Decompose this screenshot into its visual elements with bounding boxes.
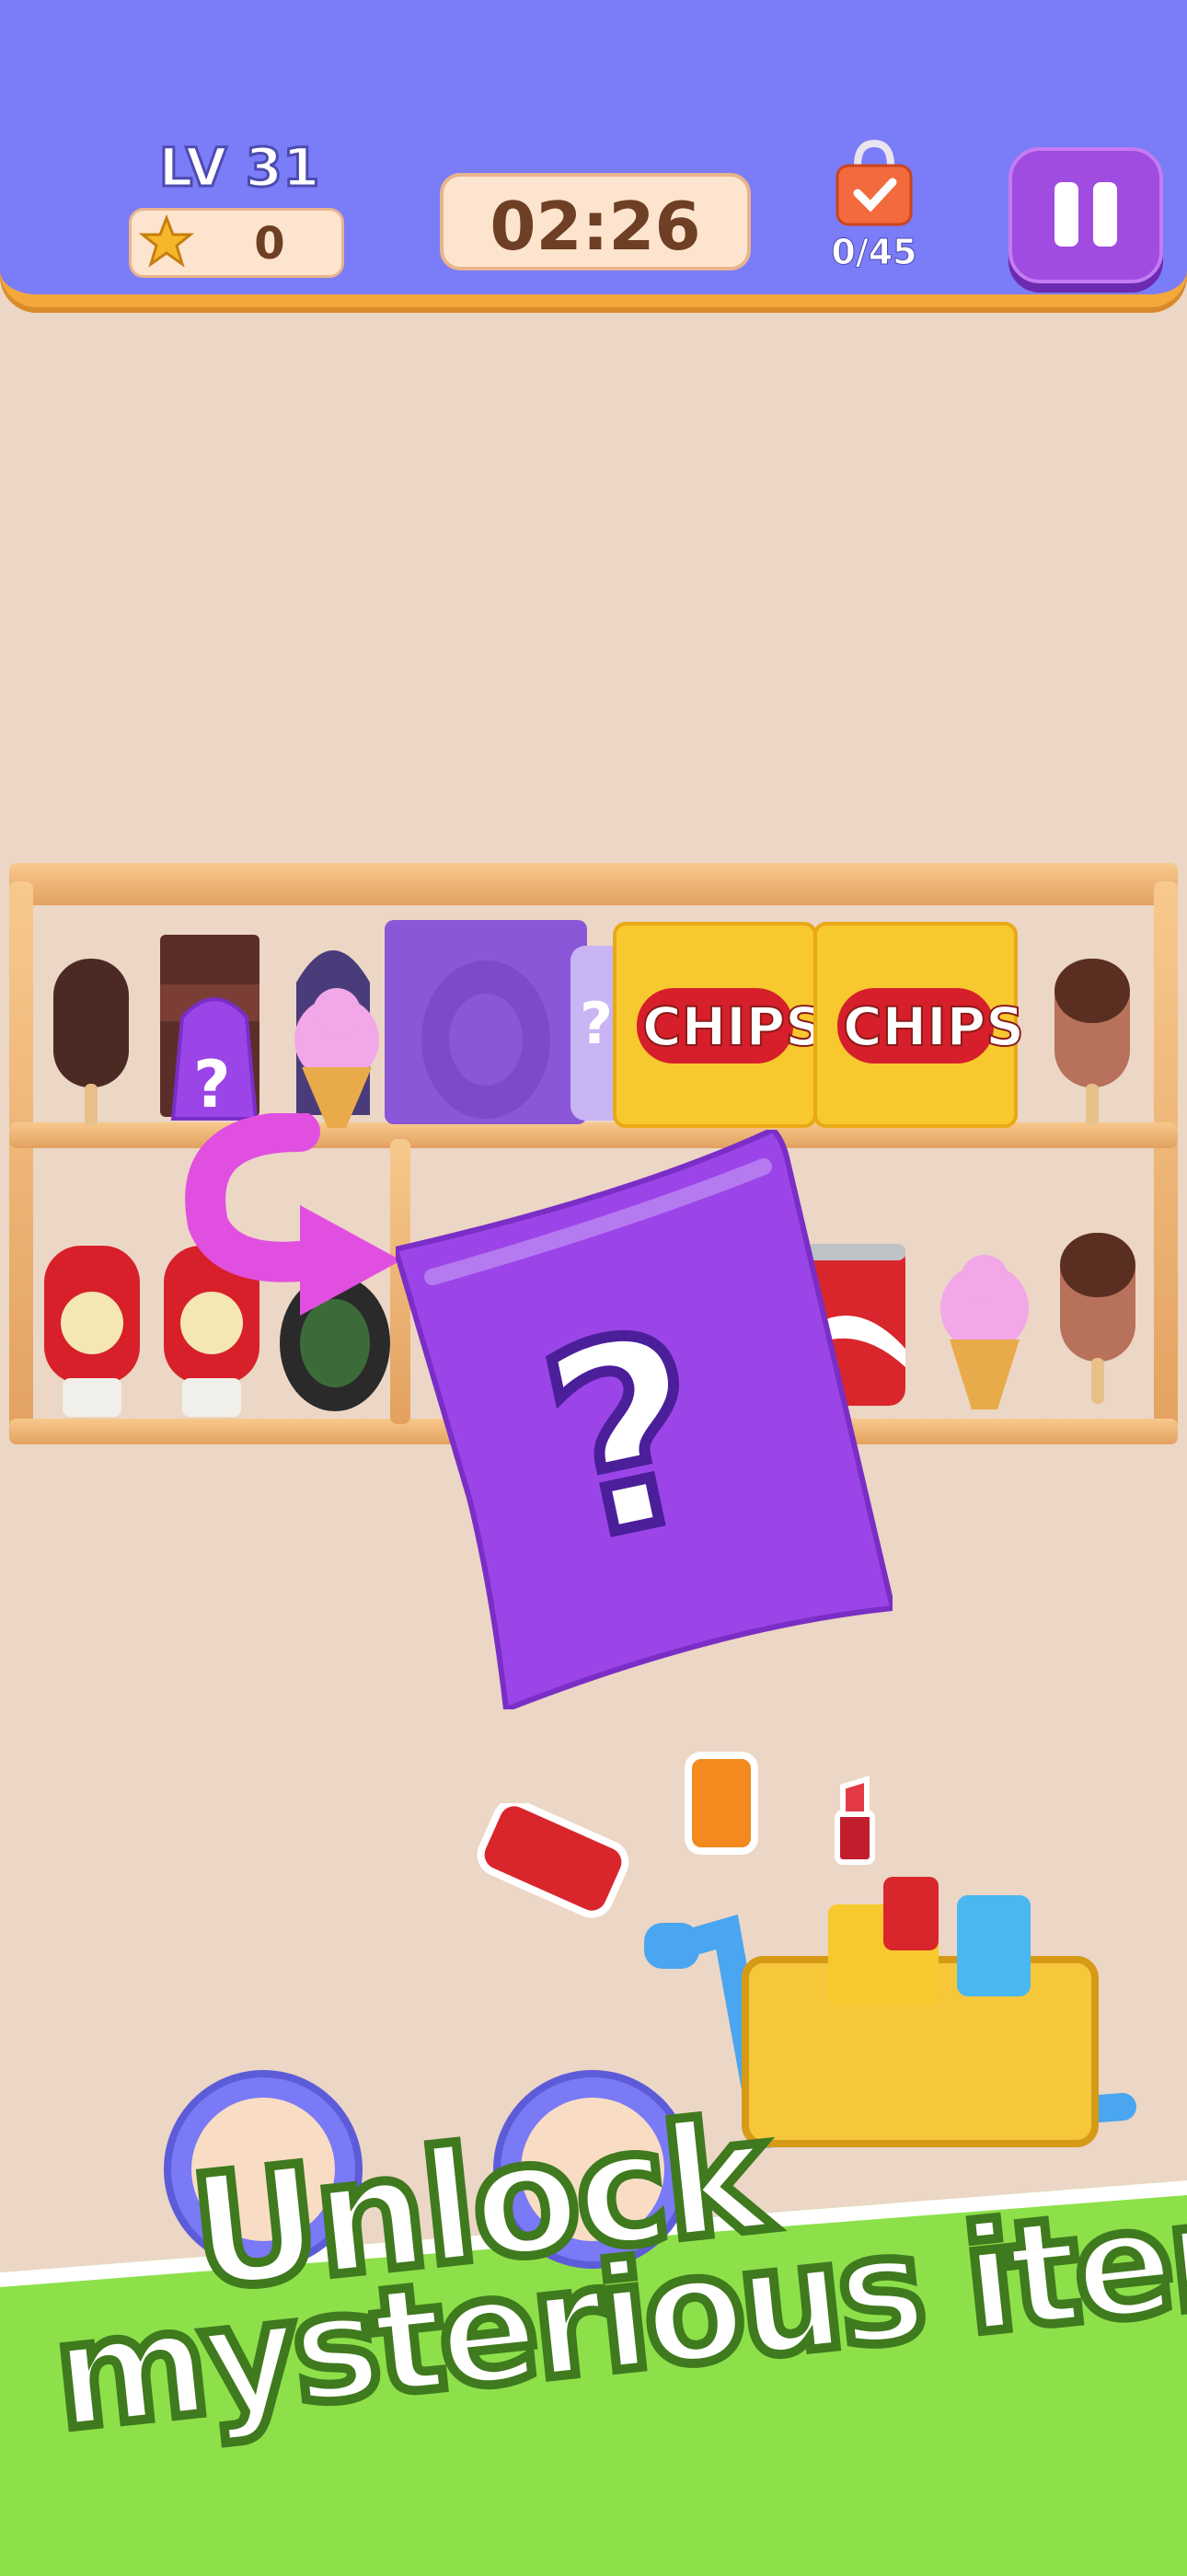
- mystery-mark: ?: [580, 990, 613, 1057]
- chips-bag[interactable]: CHIPS: [813, 922, 1025, 1128]
- timer-text: 02:26: [490, 188, 701, 265]
- shelf-right-post: [1154, 881, 1178, 1444]
- star-count: 0: [254, 218, 285, 270]
- move-arrow-icon: [185, 1113, 401, 1316]
- level-label: LV 31: [157, 135, 321, 201]
- chips-label: CHIPS: [641, 995, 824, 1059]
- star-counter: 0: [129, 208, 344, 278]
- shelf-top-board: [9, 863, 1178, 905]
- dartboard-slot-highlighted[interactable]: [385, 920, 587, 1124]
- mystery-mark: ?: [193, 1047, 231, 1122]
- shopping-bag-icon: [836, 139, 913, 226]
- pause-icon-bar: [1054, 182, 1078, 247]
- shelf-left-post: [9, 881, 33, 1444]
- popsicle-icon[interactable]: [1047, 1229, 1148, 1409]
- ice-cream-cone-icon[interactable]: [928, 1248, 1042, 1413]
- popsicle-icon[interactable]: [40, 955, 142, 1130]
- chips-label: CHIPS: [842, 995, 1025, 1059]
- chips-bag[interactable]: CHIPS: [613, 922, 824, 1128]
- star-icon: [139, 214, 194, 268]
- timer-panel: 02:26: [440, 173, 751, 270]
- ketchup-bottle-icon[interactable]: [37, 1240, 147, 1420]
- ice-cream-cone-icon[interactable]: [282, 984, 392, 1132]
- pause-icon-bar: [1093, 182, 1117, 247]
- bag-progress: 0/45: [831, 232, 917, 273]
- dartboard-icon: [421, 960, 550, 1119]
- pause-button[interactable]: [1008, 147, 1163, 283]
- popsicle-icon[interactable]: [1042, 955, 1143, 1130]
